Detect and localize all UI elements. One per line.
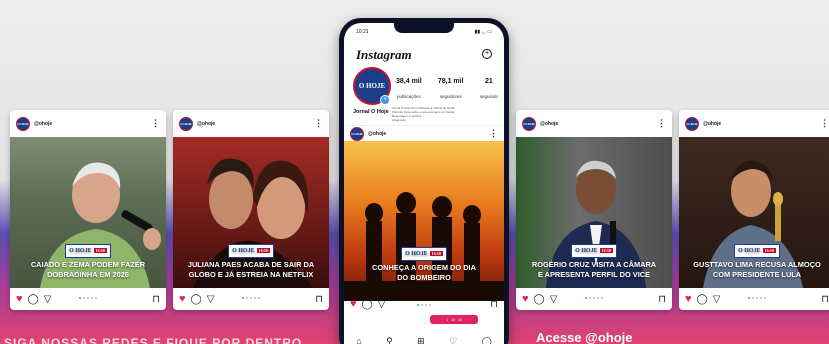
save-icon[interactable]: ⊓ <box>821 294 829 305</box>
username[interactable]: @ohoje <box>368 131 485 137</box>
save-icon[interactable]: ⊓ <box>315 294 323 305</box>
share-icon[interactable]: ▽ <box>44 294 52 305</box>
brand-tag: O HOJE 16:50 <box>65 244 111 258</box>
carousel-dots <box>417 304 431 306</box>
like-count: 23 <box>451 317 455 322</box>
avatar[interactable]: O HOJE <box>350 126 364 141</box>
share-icon[interactable]: ▽ <box>207 294 215 305</box>
post-caption: O HOJE 16:50 CAIADO E ZEMA PODEM FAZER DO… <box>10 244 166 280</box>
stat-followers[interactable]: 78,1 mil seguidores <box>438 78 464 103</box>
post-header: O HOJE @ohoje ⋮ <box>173 110 329 137</box>
comment-icon[interactable]: ◯ <box>697 294 708 305</box>
post-actions: ♥ ◯ ▽ ⊓ <box>344 295 504 313</box>
post-caption: O HOJE 16:50 JULIANA PAES ACABA DE SAIR D… <box>173 244 329 280</box>
post-header: O HOJE @ohoje ⋮ <box>516 110 672 137</box>
comment-count: 1 <box>446 317 449 322</box>
share-icon[interactable]: ▽ <box>550 294 558 305</box>
brand-tag: O HOJE 16:50 <box>571 244 617 258</box>
post-image[interactable]: O HOJE 16:50 CAIADO E ZEMA PODEM FAZER DO… <box>10 137 166 288</box>
username[interactable]: @ohoje <box>540 121 653 127</box>
brand-tag: O HOJE 16:50 <box>734 244 780 258</box>
carousel-dots <box>79 297 97 299</box>
new-post-icon[interactable]: + <box>482 49 492 59</box>
add-icon[interactable]: ⊞ <box>417 336 425 344</box>
post-image[interactable]: O HOJE 16:50 CONHEÇA A ORIGEM DO DIA DO B… <box>344 141 504 301</box>
post-image[interactable]: O HOJE 16:50 JULIANA PAES ACABA DE SAIR D… <box>173 137 329 288</box>
brand-tag: O HOJE 16:50 <box>228 244 274 258</box>
like-icon[interactable]: ♥ <box>350 298 357 310</box>
phone-notch <box>394 23 454 33</box>
share-icon[interactable]: ▽ <box>713 294 721 305</box>
more-options-icon[interactable]: ⋮ <box>820 119 829 128</box>
post-header: O HOJE @ohoje ⋮ <box>344 125 504 141</box>
carousel-dots <box>585 297 603 299</box>
post-header: O HOJE @ohoje ⋮ <box>10 110 166 137</box>
footer-cta[interactable]: Acesse @ohoje <box>536 330 633 344</box>
profile-icon[interactable]: ◯ <box>482 336 492 344</box>
post-actions: ♥ ◯ ▽ ⊓ <box>173 288 329 310</box>
post-caption: O HOJE 16:50 CONHEÇA A ORIGEM DO DIA DO B… <box>344 247 504 283</box>
save-icon[interactable]: ⊓ <box>658 294 666 305</box>
post-image[interactable]: O HOJE 16:50 GUSTTAVO LIMA RECUSA ALMOÇO … <box>679 137 829 288</box>
avatar[interactable]: O HOJE <box>522 116 536 131</box>
share-icon[interactable]: ▽ <box>378 299 386 310</box>
bottom-nav: ⌂ ⚲ ⊞ ♡ ◯ <box>344 329 504 344</box>
save-icon[interactable]: ⊓ <box>490 299 498 310</box>
phone-mockup: 10:21 ▮▮ ◡ ▭ Instagram + O HOJE + 38,4 m… <box>339 18 509 344</box>
comment-icon[interactable]: ◯ <box>28 294 39 305</box>
comment-icon[interactable]: ◯ <box>362 299 373 310</box>
footer-left-text: SIGA NOSSAS REDES E FIQUE POR DENTRO <box>4 336 303 344</box>
save-icon[interactable]: ⊓ <box>152 294 160 305</box>
like-icon[interactable]: ♥ <box>179 293 186 305</box>
brand-tag: O HOJE 16:50 <box>401 247 447 261</box>
more-options-icon[interactable]: ⋮ <box>657 119 666 128</box>
add-story-icon[interactable]: + <box>380 95 390 105</box>
like-icon[interactable]: ♥ <box>685 293 692 305</box>
signal-battery-icon: ▮▮ ◡ ▭ <box>474 29 492 35</box>
activity-icon[interactable]: ♡ <box>449 336 457 344</box>
profile-name: Jornal O Hoje <box>353 109 389 115</box>
more-options-icon[interactable]: ⋮ <box>314 119 323 128</box>
username[interactable]: @ohoje <box>703 121 816 127</box>
post-caption: O HOJE 16:50 ROGÉRIO CRUZ VISITA A CÂMARA… <box>516 244 672 280</box>
home-icon[interactable]: ⌂ <box>356 336 361 344</box>
follow-count: 10 <box>457 317 462 322</box>
post-caption: O HOJE 16:50 GUSTTAVO LIMA RECUSA ALMOÇO … <box>679 244 829 280</box>
app-title: Instagram <box>356 47 412 62</box>
post-card-juliana[interactable]: O HOJE @ohoje ⋮ O HOJE 16:50 JULIANA PAES… <box>173 110 329 310</box>
username[interactable]: @ohoje <box>197 121 310 127</box>
carousel-dots <box>748 297 766 299</box>
comment-icon[interactable]: ◯ <box>191 294 202 305</box>
post-actions: ♥ ◯ ▽ ⊓ <box>679 288 829 310</box>
avatar[interactable]: O HOJE <box>179 116 193 131</box>
post-image[interactable]: O HOJE 16:50 ROGÉRIO CRUZ VISITA A CÂMARA… <box>516 137 672 288</box>
post-card-gusttavo[interactable]: O HOJE @ohoje ⋮ O HOJE 16:50 GUSTTAVO LIM… <box>679 110 829 310</box>
carousel-dots <box>242 297 260 299</box>
more-options-icon[interactable]: ⋮ <box>151 119 160 128</box>
like-icon[interactable]: ♥ <box>16 293 23 305</box>
post-header: O HOJE @ohoje ⋮ <box>679 110 829 137</box>
profile-bio: Jornal O Hoje ficou brilhante a notícia … <box>392 106 496 122</box>
username[interactable]: @ohoje <box>34 121 147 127</box>
bio-link[interactable]: ohoje.com <box>392 118 496 122</box>
post-card-rogerio[interactable]: O HOJE @ohoje ⋮ O HOJE 16:50 ROGÉRIO CRUZ… <box>516 110 672 310</box>
stat-posts[interactable]: 38,4 mil publicações <box>396 78 422 103</box>
post-actions: ♥ ◯ ▽ ⊓ <box>516 288 672 310</box>
post-actions: ♥ ◯ ▽ ⊓ <box>10 288 166 310</box>
avatar[interactable]: O HOJE <box>685 116 699 131</box>
search-icon[interactable]: ⚲ <box>386 336 393 344</box>
comment-icon[interactable]: ◯ <box>534 294 545 305</box>
stat-following[interactable]: 21 seguindo <box>480 78 498 103</box>
activity-notification[interactable]: 1 23 10 <box>430 315 478 324</box>
like-icon[interactable]: ♥ <box>522 293 529 305</box>
more-options-icon[interactable]: ⋮ <box>489 129 498 138</box>
avatar[interactable]: O HOJE <box>16 116 30 131</box>
phone-screen: 10:21 ▮▮ ◡ ▭ Instagram + O HOJE + 38,4 m… <box>344 23 504 344</box>
post-card-caiado[interactable]: O HOJE @ohoje ⋮ O HOJE 16:50 CAIADO E ZEM… <box>10 110 166 310</box>
profile-stats: 38,4 mil publicações 78,1 mil seguidores 2… <box>396 78 498 103</box>
status-time: 10:21 <box>356 29 369 35</box>
